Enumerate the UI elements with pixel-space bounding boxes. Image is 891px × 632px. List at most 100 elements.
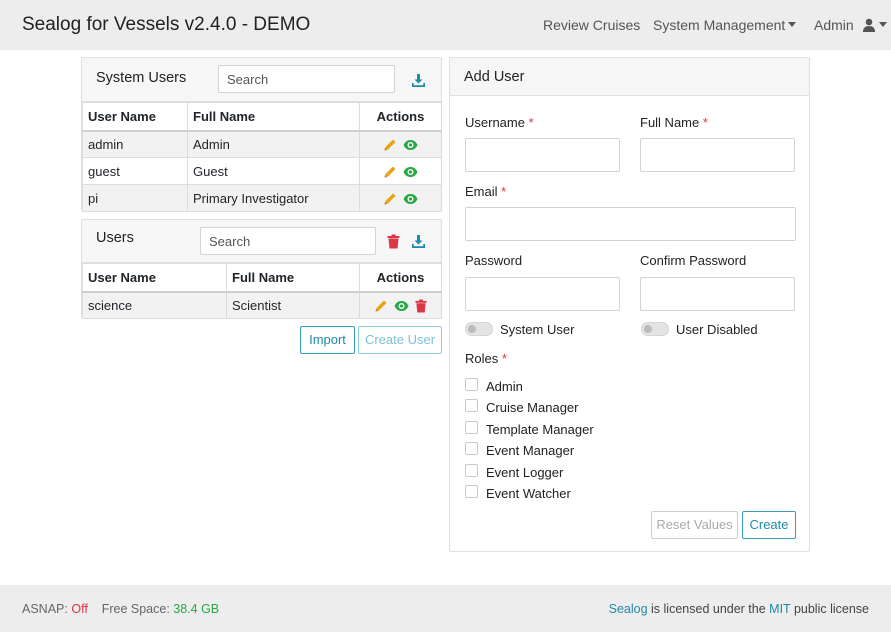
role-event-watcher-checkbox[interactable]	[465, 485, 478, 498]
password-label: Password	[465, 253, 523, 268]
roles-label-text: Roles	[465, 351, 499, 366]
fullname-label-text: Full Name	[640, 115, 700, 130]
fullname-field[interactable]	[640, 138, 795, 172]
license-text: is licensed under the	[651, 602, 766, 616]
role-template-manager-checkbox[interactable]	[465, 421, 478, 434]
users-header: Users	[82, 220, 441, 263]
trash-icon[interactable]	[387, 234, 400, 249]
role-event-watcher-label: Event Watcher	[486, 486, 571, 501]
eye-icon[interactable]	[403, 193, 418, 205]
pencil-icon[interactable]	[383, 192, 397, 206]
cell-actions	[359, 291, 442, 319]
free-space-label: Free Space:	[101, 602, 170, 616]
system-users-header: System Users	[82, 58, 441, 102]
required-mark: *	[501, 351, 507, 366]
cell-username: science	[82, 291, 227, 319]
role-cruise-manager-label: Cruise Manager	[486, 400, 579, 415]
users-card: Users User Name Full Name Actions scienc…	[81, 219, 442, 319]
username-field[interactable]	[465, 138, 620, 172]
nav-admin-label: Admin	[814, 17, 854, 33]
email-label: Email *	[465, 184, 506, 199]
column-header-username[interactable]: User Name	[82, 263, 227, 293]
user-disabled-label: User Disabled	[676, 322, 758, 337]
system-user-toggle[interactable]	[465, 322, 493, 336]
cell-fullname: Admin	[187, 130, 360, 158]
table-row: science Scientist	[82, 291, 442, 319]
download-icon[interactable]	[411, 234, 426, 249]
role-admin-label: Admin	[486, 379, 523, 394]
create-button[interactable]: Create	[742, 511, 796, 539]
eye-icon[interactable]	[403, 166, 418, 178]
cell-fullname: Guest	[187, 157, 360, 185]
mit-link[interactable]: MIT	[769, 602, 790, 616]
user-disabled-toggle[interactable]	[641, 322, 669, 336]
asnap-status[interactable]: Off	[71, 602, 87, 616]
top-navbar: Sealog for Vessels v2.4.0 - DEMO Review …	[0, 0, 891, 50]
reset-values-button[interactable]: Reset Values	[651, 511, 738, 539]
table-row: guest Guest	[82, 157, 442, 185]
table-row: pi Primary Investigator	[82, 184, 442, 212]
column-header-username[interactable]: User Name	[82, 102, 188, 132]
pencil-icon[interactable]	[374, 299, 388, 313]
nav-admin-menu[interactable]: Admin	[814, 17, 887, 33]
role-event-manager-checkbox[interactable]	[465, 442, 478, 455]
system-user-label: System User	[500, 322, 575, 337]
required-mark: *	[702, 115, 708, 130]
chevron-down-icon	[788, 22, 797, 27]
role-cruise-manager-checkbox[interactable]	[465, 399, 478, 412]
nav-system-management[interactable]: System Management	[653, 17, 797, 33]
users-table: User Name Full Name Actions science Scie…	[82, 263, 442, 319]
role-admin-checkbox[interactable]	[465, 378, 478, 391]
create-user-button[interactable]: Create User	[358, 326, 442, 354]
cell-username: admin	[82, 130, 188, 158]
email-label-text: Email	[465, 184, 498, 199]
free-space-value: 38.4 GB	[173, 602, 220, 616]
cell-username: guest	[82, 157, 188, 185]
required-mark: *	[501, 184, 507, 199]
trash-icon[interactable]	[415, 299, 427, 313]
role-event-logger-label: Event Logger	[486, 465, 564, 480]
required-mark: *	[528, 115, 534, 130]
users-search-input[interactable]	[200, 227, 376, 255]
cell-actions	[359, 130, 442, 158]
pencil-icon[interactable]	[383, 165, 397, 179]
cell-fullname: Scientist	[226, 291, 360, 319]
system-users-title: System Users	[96, 70, 187, 86]
column-header-fullname[interactable]: Full Name	[226, 263, 360, 293]
column-header-fullname[interactable]: Full Name	[187, 102, 360, 132]
cell-actions	[359, 157, 442, 185]
confirm-password-label: Confirm Password	[640, 253, 747, 268]
column-header-actions: Actions	[359, 263, 442, 293]
users-title: Users	[96, 230, 134, 246]
system-users-search-input[interactable]	[218, 65, 395, 93]
footer-license: Sealog is licensed under the MIT public …	[609, 602, 869, 616]
footer-status: ASNAP: Off Free Space: 38.4 GB	[22, 602, 219, 616]
nav-system-management-label: System Management	[653, 17, 786, 33]
role-event-logger-checkbox[interactable]	[465, 464, 478, 477]
confirm-password-field[interactable]	[640, 277, 795, 311]
password-field[interactable]	[465, 277, 620, 311]
download-icon[interactable]	[411, 73, 426, 88]
nav-review-cruises[interactable]: Review Cruises	[543, 17, 640, 33]
import-button[interactable]: Import	[300, 326, 355, 354]
system-users-table: User Name Full Name Actions admin Admin …	[82, 102, 442, 212]
add-user-card: Add User Username * Full Name * Email * …	[449, 57, 810, 552]
add-user-header: Add User	[450, 58, 809, 96]
table-header-row: User Name Full Name Actions	[82, 263, 442, 293]
cell-username: pi	[82, 184, 188, 212]
app-brand[interactable]: Sealog for Vessels v2.4.0 - DEMO	[22, 14, 310, 36]
chevron-down-icon	[878, 22, 887, 27]
cell-fullname: Primary Investigator	[187, 184, 360, 212]
column-header-actions: Actions	[359, 102, 442, 132]
fullname-label: Full Name *	[640, 115, 708, 130]
role-event-manager-label: Event Manager	[486, 443, 575, 458]
sealog-link[interactable]: Sealog	[609, 602, 648, 616]
role-template-manager-label: Template Manager	[486, 422, 594, 437]
footer: ASNAP: Off Free Space: 38.4 GB Sealog is…	[0, 585, 891, 632]
eye-icon[interactable]	[403, 139, 418, 151]
table-row: admin Admin	[82, 130, 442, 158]
cell-actions	[359, 184, 442, 212]
email-field[interactable]	[465, 207, 796, 241]
eye-icon[interactable]	[394, 300, 409, 312]
pencil-icon[interactable]	[383, 138, 397, 152]
